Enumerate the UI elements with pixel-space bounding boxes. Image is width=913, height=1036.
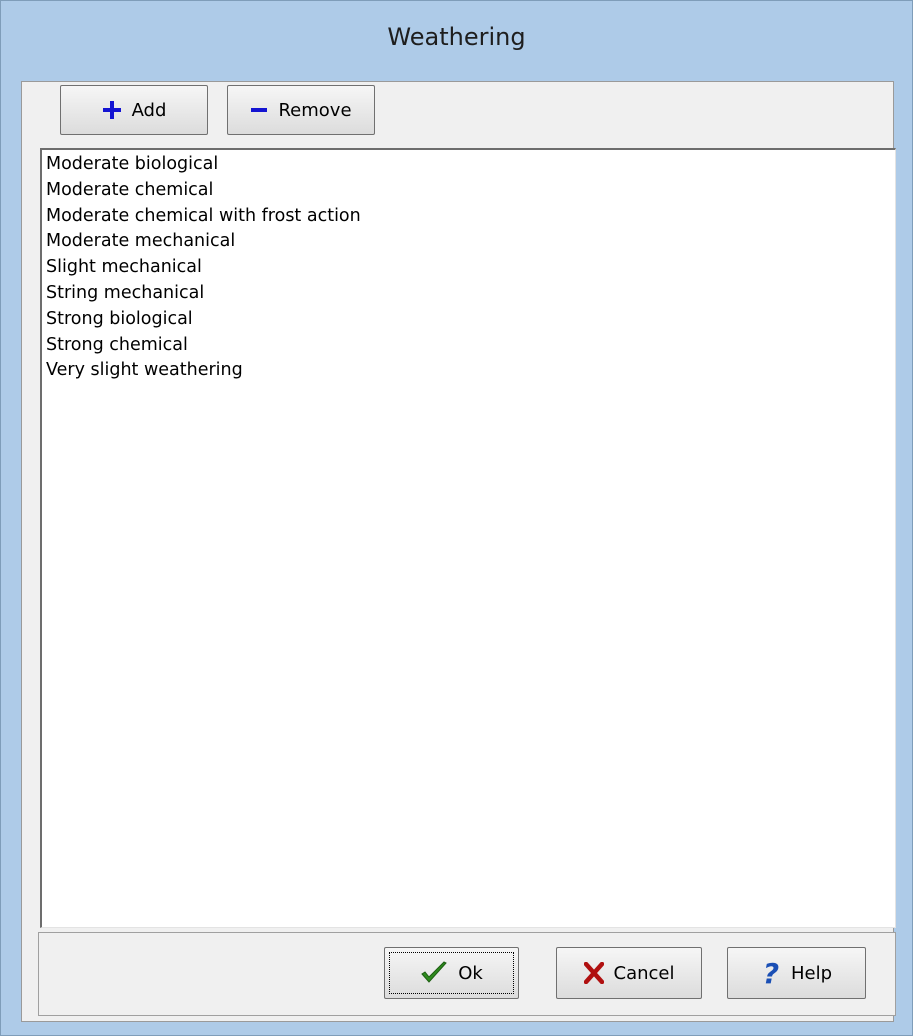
- ok-button-label: Ok: [458, 962, 483, 984]
- plus-icon: [102, 100, 122, 120]
- list-item[interactable]: Very slight weathering: [46, 358, 891, 384]
- focus-rectangle: [389, 952, 514, 994]
- list-item[interactable]: Moderate biological: [46, 152, 891, 178]
- title-bar[interactable]: Weathering: [1, 1, 912, 81]
- help-button-label: Help: [790, 962, 833, 984]
- remove-button-label: Remove: [278, 99, 352, 121]
- question-mark-icon: ?: [761, 959, 781, 987]
- svg-text:?: ?: [763, 959, 779, 987]
- list-item[interactable]: Moderate chemical: [46, 178, 891, 204]
- minus-icon: [250, 100, 268, 120]
- list-item[interactable]: String mechanical: [46, 281, 891, 307]
- dialog-client-area: Add Remove Moderate biological Moderate …: [21, 81, 896, 1022]
- add-button-label: Add: [131, 99, 167, 121]
- weathering-dialog: Weathering Add Remove Moderate biologica…: [0, 0, 913, 1036]
- list-item[interactable]: Strong chemical: [46, 333, 891, 359]
- cancel-button[interactable]: Cancel: [556, 947, 702, 999]
- list-item[interactable]: Moderate mechanical: [46, 229, 891, 255]
- checkmark-icon: [420, 961, 448, 985]
- list-item[interactable]: Strong biological: [46, 307, 891, 333]
- list-item[interactable]: Moderate chemical with frost action: [46, 204, 891, 230]
- add-button[interactable]: Add: [60, 85, 208, 135]
- help-button[interactable]: ? Help: [727, 947, 866, 999]
- ok-button[interactable]: Ok: [384, 947, 519, 999]
- cancel-button-label: Cancel: [613, 962, 675, 984]
- list-item[interactable]: Slight mechanical: [46, 255, 891, 281]
- dialog-title: Weathering: [387, 23, 526, 51]
- weathering-list[interactable]: Moderate biological Moderate chemical Mo…: [40, 148, 896, 928]
- x-icon: [583, 962, 604, 984]
- button-panel: Ok Cancel ? Help: [38, 932, 896, 1016]
- remove-button[interactable]: Remove: [227, 85, 375, 135]
